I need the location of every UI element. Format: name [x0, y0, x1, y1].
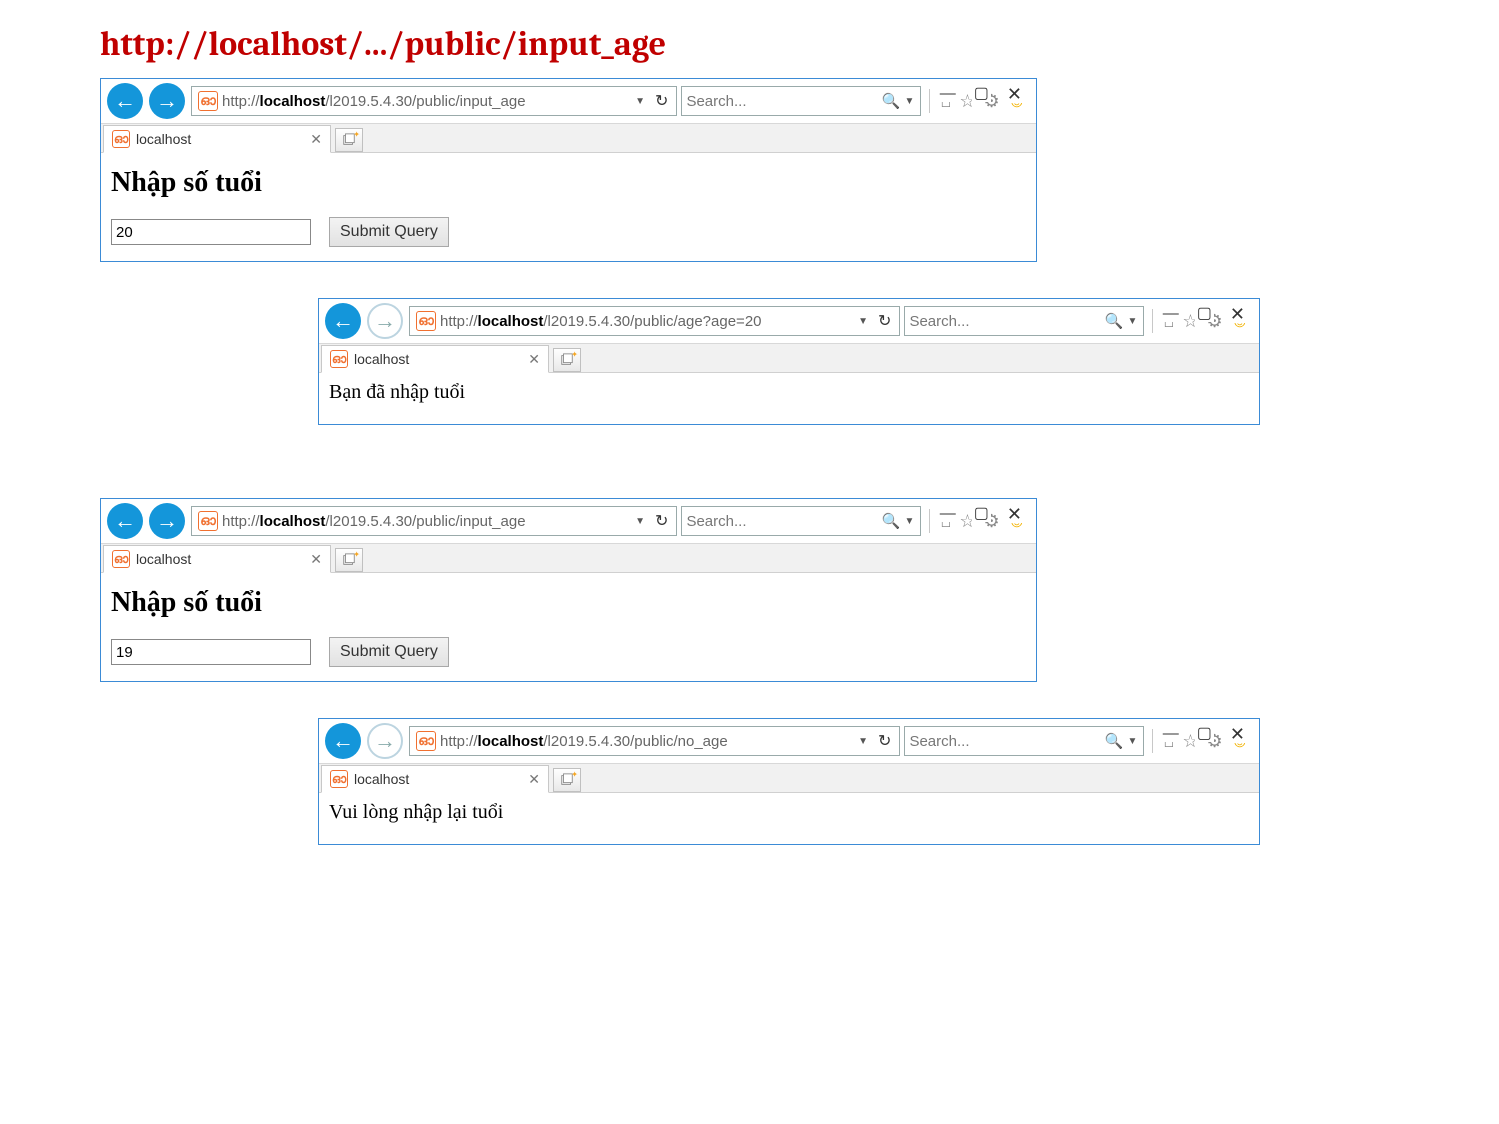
submit-button[interactable]: Submit Query	[329, 217, 449, 247]
search-icon[interactable]: 🔍	[1103, 732, 1126, 750]
address-bar[interactable]: ഓ http://localhost/l2019.5.4.30/public/i…	[191, 506, 677, 536]
search-box[interactable]: Search... 🔍 ▼	[904, 306, 1144, 336]
search-placeholder: Search...	[686, 513, 746, 530]
search-placeholder: Search...	[909, 313, 969, 330]
search-dropdown-icon[interactable]: ▼	[1126, 316, 1140, 327]
search-box[interactable]: Search... 🔍 ▼	[904, 726, 1144, 756]
separator	[1152, 729, 1153, 753]
url-dropdown-icon[interactable]: ▼	[631, 96, 649, 107]
back-button[interactable]: ←	[107, 83, 143, 119]
tab-localhost[interactable]: ഓ localhost ✕	[103, 125, 331, 153]
new-tab-button[interactable]	[553, 768, 581, 792]
window-controls: — ▢ ✕	[1161, 305, 1247, 323]
minimize-icon[interactable]: —	[1161, 306, 1181, 322]
url-text: http://localhost/l2019.5.4.30/public/inp…	[222, 93, 631, 110]
close-icon[interactable]: ✕	[1228, 725, 1247, 743]
refresh-icon[interactable]: ↻	[872, 731, 897, 751]
tab-close-icon[interactable]: ✕	[528, 351, 540, 368]
url-text: http://localhost/l2019.5.4.30/public/no_…	[440, 733, 854, 750]
forward-button[interactable]: →	[149, 83, 185, 119]
xampp-favicon-icon: ഓ	[330, 350, 348, 368]
result-text: Bạn đã nhập tuổi	[329, 379, 1249, 410]
back-button[interactable]: ←	[325, 303, 361, 339]
new-tab-button[interactable]	[553, 348, 581, 372]
maximize-icon[interactable]: ▢	[1195, 726, 1214, 742]
search-box[interactable]: Search... 🔍 ▼	[681, 86, 921, 116]
separator	[929, 509, 930, 533]
maximize-icon[interactable]: ▢	[972, 86, 991, 102]
url-dropdown-icon[interactable]: ▼	[854, 316, 872, 327]
close-icon[interactable]: ✕	[1228, 305, 1247, 323]
age-input[interactable]	[111, 639, 311, 665]
refresh-icon[interactable]: ↻	[872, 311, 897, 331]
separator	[1152, 309, 1153, 333]
address-bar[interactable]: ഓ http://localhost/l2019.5.4.30/public/n…	[409, 726, 900, 756]
search-icon[interactable]: 🔍	[1103, 312, 1126, 330]
search-placeholder: Search...	[909, 733, 969, 750]
tab-close-icon[interactable]: ✕	[310, 551, 322, 568]
xampp-favicon-icon: ഓ	[416, 311, 436, 331]
tab-localhost[interactable]: ഓ localhost ✕	[321, 345, 549, 373]
xampp-favicon-icon: ഓ	[198, 511, 218, 531]
search-dropdown-icon[interactable]: ▼	[903, 96, 917, 107]
forward-button[interactable]: →	[367, 303, 403, 339]
tab-title: localhost	[354, 771, 522, 787]
refresh-icon[interactable]: ↻	[649, 511, 674, 531]
window-controls: — ▢ ✕	[938, 85, 1024, 103]
separator	[929, 89, 930, 113]
browser-window-input-1: — ▢ ✕ ← → ഓ http://localhost/l2019.5.4.3…	[100, 78, 1037, 262]
xampp-favicon-icon: ഓ	[416, 731, 436, 751]
search-box[interactable]: Search... 🔍 ▼	[681, 506, 921, 536]
tab-localhost[interactable]: ഓ localhost ✕	[103, 545, 331, 573]
result-text: Vui lòng nhập lại tuổi	[329, 799, 1249, 830]
minimize-icon[interactable]: —	[1161, 726, 1181, 742]
browser-window-input-2: — ▢ ✕ ← → ഓ http://localhost/l2019.5.4.3…	[100, 498, 1037, 682]
address-bar[interactable]: ഓ http://localhost/l2019.5.4.30/public/a…	[409, 306, 900, 336]
page-heading: Nhập số tuổi	[111, 167, 1026, 199]
address-bar[interactable]: ഓ http://localhost/l2019.5.4.30/public/i…	[191, 86, 677, 116]
page-heading: Nhập số tuổi	[111, 587, 1026, 619]
back-button[interactable]: ←	[325, 723, 361, 759]
back-button[interactable]: ←	[107, 503, 143, 539]
close-icon[interactable]: ✕	[1005, 505, 1024, 523]
search-dropdown-icon[interactable]: ▼	[1126, 736, 1140, 747]
forward-button[interactable]: →	[367, 723, 403, 759]
close-icon[interactable]: ✕	[1005, 85, 1024, 103]
window-controls: — ▢ ✕	[938, 505, 1024, 523]
minimize-icon[interactable]: —	[938, 86, 958, 102]
slide-title: http://localhost/.../public/input_age	[100, 24, 1499, 64]
tab-localhost[interactable]: ഓ localhost ✕	[321, 765, 549, 793]
age-input[interactable]	[111, 219, 311, 245]
submit-button[interactable]: Submit Query	[329, 637, 449, 667]
url-text: http://localhost/l2019.5.4.30/public/age…	[440, 313, 854, 330]
search-placeholder: Search...	[686, 93, 746, 110]
tab-title: localhost	[136, 131, 304, 147]
browser-window-result-2: — ▢ ✕ ← → ഓ http://localhost/l2019.5.4.3…	[318, 718, 1260, 845]
tab-close-icon[interactable]: ✕	[528, 771, 540, 788]
url-dropdown-icon[interactable]: ▼	[854, 736, 872, 747]
search-icon[interactable]: 🔍	[880, 92, 903, 110]
window-controls: — ▢ ✕	[1161, 725, 1247, 743]
new-tab-button[interactable]	[335, 128, 363, 152]
url-dropdown-icon[interactable]: ▼	[631, 516, 649, 527]
xampp-favicon-icon: ഓ	[198, 91, 218, 111]
tab-close-icon[interactable]: ✕	[310, 131, 322, 148]
refresh-icon[interactable]: ↻	[649, 91, 674, 111]
minimize-icon[interactable]: —	[938, 506, 958, 522]
url-text: http://localhost/l2019.5.4.30/public/inp…	[222, 513, 631, 530]
new-tab-button[interactable]	[335, 548, 363, 572]
tab-title: localhost	[136, 551, 304, 567]
xampp-favicon-icon: ഓ	[112, 550, 130, 568]
tab-title: localhost	[354, 351, 522, 367]
maximize-icon[interactable]: ▢	[1195, 306, 1214, 322]
xampp-favicon-icon: ഓ	[330, 770, 348, 788]
maximize-icon[interactable]: ▢	[972, 506, 991, 522]
search-dropdown-icon[interactable]: ▼	[903, 516, 917, 527]
search-icon[interactable]: 🔍	[880, 512, 903, 530]
xampp-favicon-icon: ഓ	[112, 130, 130, 148]
forward-button[interactable]: →	[149, 503, 185, 539]
browser-window-result-1: — ▢ ✕ ← → ഓ http://localhost/l2019.5.4.3…	[318, 298, 1260, 425]
